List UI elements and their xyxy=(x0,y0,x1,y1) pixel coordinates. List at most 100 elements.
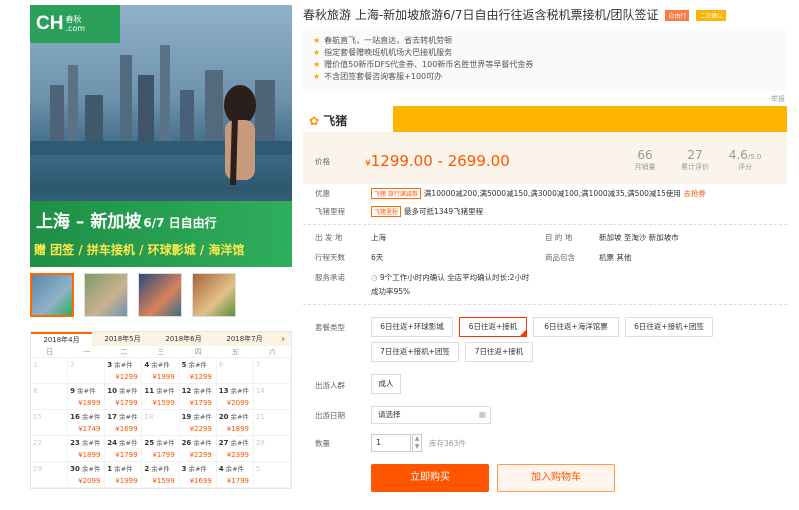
from-label: 出 发 地 xyxy=(315,233,343,242)
remaining-stock: 余#件 xyxy=(193,439,212,447)
calendar-day: 15 xyxy=(31,410,69,436)
day-price: ¥2299 xyxy=(189,451,212,459)
package-option[interactable]: 7日往返+接机+团签 xyxy=(371,342,459,362)
calendar-day[interactable]: 13 余#件 ¥2099 xyxy=(216,384,254,410)
day-price: ¥1299 xyxy=(189,373,212,381)
month-tab[interactable]: 2018年5月 xyxy=(92,334,153,344)
calendar-day[interactable]: 9 余#件 ¥1899 xyxy=(68,384,106,410)
day-number: 10 xyxy=(107,387,118,395)
svc-value: ◷ 9个工作小时内确认 全店平均确认时长:2小时 xyxy=(371,273,530,282)
remaining-stock: 余#件 xyxy=(230,387,249,395)
incl-value: 机票 其他 xyxy=(599,253,632,262)
calendar-day[interactable]: 25 余#件 ¥1799 xyxy=(142,436,180,462)
calendar-day[interactable]: 1 余#件 ¥1999 xyxy=(105,462,143,488)
calendar-day[interactable]: 17 余#件 ¥1699 xyxy=(105,410,143,436)
thumbnail-2[interactable] xyxy=(84,273,128,317)
calendar-day[interactable]: 10 余#件 ¥1799 xyxy=(105,384,143,410)
thumbnail-3[interactable] xyxy=(138,273,182,317)
day-price: ¥1599 xyxy=(152,399,175,407)
day-number: 5 xyxy=(255,465,261,473)
month-tab[interactable]: 2018年7月 xyxy=(214,334,275,344)
day-number: 7 xyxy=(255,361,261,369)
calendar-day[interactable]: 4 余#件 ¥1799 xyxy=(216,462,254,488)
title-text: 春秋旅游 上海-新加坡旅游6/7日自由行往返含税机票接机/团队签证 xyxy=(303,8,659,22)
incl-label: 商品包含 xyxy=(545,253,575,262)
route-text: 上海 – 新加坡 xyxy=(36,212,142,232)
package-option[interactable]: 6日往返+接机 xyxy=(459,317,527,337)
buy-now-button[interactable]: 立即购买 xyxy=(371,464,489,492)
selling-point: 赠价值50新币DFS代金券、100新币名胜世界等早餐代金券 xyxy=(313,59,777,71)
remaining-stock: 余#件 xyxy=(81,413,101,421)
next-month-icon[interactable]: › xyxy=(275,334,291,345)
remaining-stock: 余#件 xyxy=(81,465,101,473)
calendar-day[interactable]: 26 余#件 ¥2299 xyxy=(179,436,217,462)
decrease-icon[interactable]: ▼ xyxy=(413,443,421,451)
remaining-stock: 余#件 xyxy=(77,387,96,395)
day-number: 4 xyxy=(144,361,150,369)
calendar-day[interactable]: 24 余#件 ¥1799 xyxy=(105,436,143,462)
calendar-day: 6 xyxy=(216,358,254,384)
calendar-day[interactable]: 11 余#件 ¥1599 xyxy=(142,384,180,410)
month-tab[interactable]: 2018年4月 xyxy=(31,332,92,346)
package-option[interactable]: 6日往返+接机+团签 xyxy=(625,317,713,337)
selling-point: 不含团签套餐咨询客服+100可办 xyxy=(313,71,777,83)
logo-cn-2: .com xyxy=(65,24,86,33)
logo-text: CH xyxy=(36,13,64,34)
calendar-day: 21 xyxy=(253,410,291,436)
crowd-option[interactable]: 成人 xyxy=(371,374,401,394)
calendar-day: 18 xyxy=(142,410,180,436)
day-number: 11 xyxy=(144,387,155,395)
calendar-day: 29 xyxy=(31,462,69,488)
calendar-day[interactable]: 3 余#件 ¥1299 xyxy=(105,358,143,384)
calendar-day[interactable]: 19 余#件 ¥2299 xyxy=(179,410,217,436)
day-price: ¥1899 xyxy=(78,451,101,459)
day-price: ¥1799 xyxy=(115,399,138,407)
product-detail: 春秋旅游 上海-新加坡旅游6/7日自由行往返含税机票接机/团队签证 自由行 二次… xyxy=(303,6,787,492)
add-to-cart-button[interactable]: 加入购物车 xyxy=(497,464,615,492)
day-number: 29 xyxy=(33,465,42,473)
calendar-day[interactable]: 27 余#件 ¥2399 xyxy=(216,436,254,462)
remaining-stock: 余#件 xyxy=(151,361,170,369)
calendar-day[interactable]: 12 余#件 ¥1799 xyxy=(179,384,217,410)
crowd-label: 出游人群 xyxy=(315,381,345,390)
free-travel-badge: 自由行 xyxy=(665,10,690,21)
day-number: 14 xyxy=(255,387,265,395)
promo-text: 满10000减200,满5000减150,满3000减100,满1000减35,… xyxy=(423,189,681,198)
calendar-day: 22 xyxy=(31,436,69,462)
rating: 4.6/5.0 评分 xyxy=(728,148,762,171)
report-link[interactable]: 举报 xyxy=(771,94,785,104)
calendar-day[interactable]: 5 余#件 ¥1299 xyxy=(179,358,217,384)
swimmer-image xyxy=(224,85,256,186)
calendar-day[interactable]: 20 余#件 ¥1899 xyxy=(216,410,254,436)
day-number: 17 xyxy=(107,413,118,421)
package-option[interactable]: 6日往返+环球影城 xyxy=(371,317,453,337)
get-coupon-link[interactable]: 去抢券 xyxy=(683,189,706,198)
day-price: ¥2099 xyxy=(226,399,249,407)
calendar-day: 1 xyxy=(31,358,69,384)
promo-tag: 飞猪 旅行满减券 xyxy=(371,188,421,199)
date-select[interactable]: 请选择 ▦ xyxy=(371,406,491,424)
quantity-stepper[interactable]: ▲ ▼ xyxy=(412,434,422,452)
calendar-day[interactable]: 30 余#件 ¥2099 xyxy=(68,462,106,488)
calendar-day[interactable]: 16 余#件 ¥1749 xyxy=(68,410,106,436)
calendar-day: 7 xyxy=(253,358,291,384)
quantity-input[interactable]: 1 xyxy=(371,434,411,452)
thumbnail-4[interactable] xyxy=(192,273,236,317)
price-value: ¥1299.00 - 2699.00 xyxy=(365,152,510,170)
calendar-day[interactable]: 4 余#件 ¥1999 xyxy=(142,358,180,384)
calendar-day[interactable]: 23 余#件 ¥1899 xyxy=(68,436,106,462)
feature-list: 赠 团签 / 拼车接机 / 环球影城 / 海洋馆 xyxy=(34,243,245,257)
month-tab[interactable]: 2018年6月 xyxy=(153,334,214,344)
day-number: 4 xyxy=(218,465,224,473)
package-option[interactable]: 7日往返+接机 xyxy=(465,342,533,362)
calendar-day[interactable]: 3 余#件 ¥1699 xyxy=(179,462,217,488)
package-option[interactable]: 6日往返+海洋馆票 xyxy=(533,317,619,337)
thumbnail-1[interactable] xyxy=(30,273,74,317)
brand-logo: CH 春秋 .com xyxy=(30,5,120,43)
increase-icon[interactable]: ▲ xyxy=(413,435,421,443)
weekday: 一 xyxy=(83,347,91,356)
calendar-day[interactable]: 2 余#件 ¥1599 xyxy=(142,462,180,488)
promo-line: 飞猪 旅行满减券 满10000减200,满5000减150,满3000减100,满… xyxy=(371,188,706,199)
product-main-image[interactable]: CH 春秋 .com 上海 – 新加坡 6/7 日自由行 赠 团签 / 拼车接机 /… xyxy=(30,5,292,267)
miles-line: 飞猪里程 最多可抵1349飞猪里程 xyxy=(371,206,483,217)
